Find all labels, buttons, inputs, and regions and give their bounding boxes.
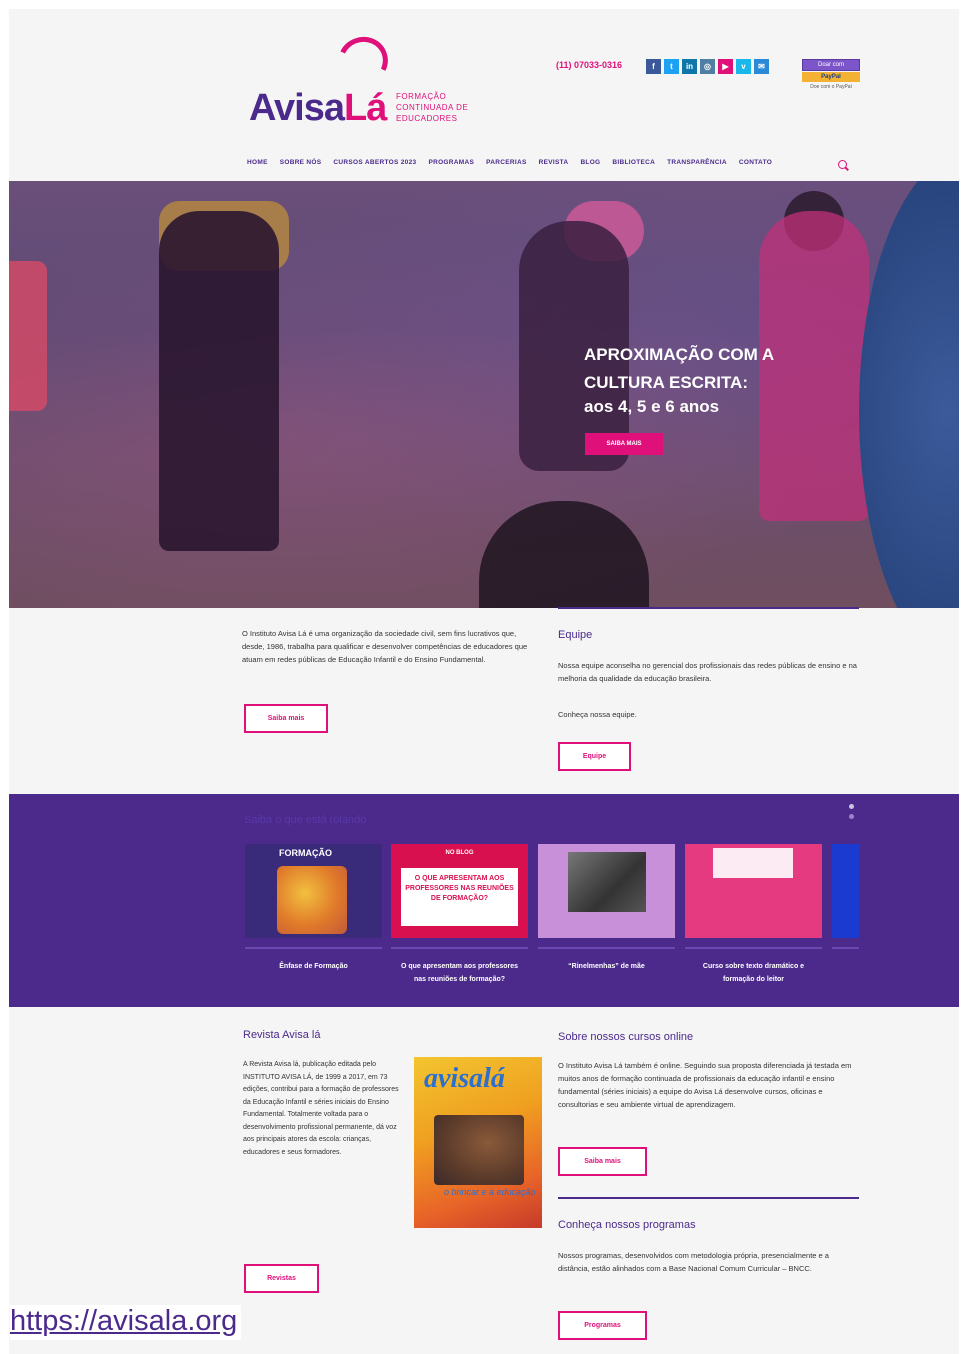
programas-button[interactable]: Programas — [558, 1311, 647, 1340]
social-links: f t in ◎ ▶ v ✉ — [646, 59, 769, 74]
hero-photo-figure — [759, 211, 869, 521]
news-card-image: NO BLOG O QUE APRESENTAM AOS PROFESSORES … — [391, 844, 528, 938]
news-card-title[interactable]: Curs — [832, 960, 859, 973]
news-card-rule — [685, 947, 822, 949]
news-card[interactable]: NO BLOG O QUE APRESENTAM AOS PROFESSORES … — [391, 844, 528, 986]
news-card-image-label: FORMAÇÃO — [279, 848, 332, 858]
about-more-button[interactable]: Saiba mais — [244, 704, 328, 733]
logo-tagline: Formação Continuada de Educadores — [396, 92, 469, 123]
news-card-title[interactable]: Curso sobre texto dramático e formação d… — [685, 960, 822, 986]
about-text: O Instituto Avisa Lá é uma organização d… — [242, 629, 528, 664]
linkedin-icon[interactable]: in — [682, 59, 697, 74]
news-card-image — [538, 844, 675, 938]
nav-item-programas[interactable]: Programas — [428, 159, 474, 166]
news-card[interactable]: “Rinelmenhas” de mãe — [538, 844, 675, 973]
logo-wordmark: AvisaLá — [249, 87, 387, 129]
equipe-text: Nossa equipe aconselha no gerencial dos … — [558, 661, 857, 683]
band-heading: Saiba o que está rolando — [244, 814, 367, 826]
news-card-rule — [538, 947, 675, 949]
donate-note: Doe com o PayPal — [810, 84, 852, 90]
hero-photo-figure — [479, 501, 649, 608]
nav-item-contato[interactable]: Contato — [739, 159, 772, 166]
hero-photo-figure — [159, 211, 279, 551]
revista-text: A Revista Avisa lá, publicação editada p… — [243, 1061, 399, 1156]
main-nav: Home Sobre nós Cursos abertos 2023 Programa… — [247, 159, 772, 166]
youtube-icon[interactable]: ▶ — [718, 59, 733, 74]
news-card-title[interactable]: “Rinelmenhas” de mãe — [538, 960, 675, 973]
news-card-photo — [568, 852, 646, 912]
phone-number[interactable]: (11) 07033-0316 — [556, 60, 622, 70]
news-card[interactable]: FORMAÇÃO Ênfase de Formação — [245, 844, 382, 973]
news-card-image-top: NO BLOG — [445, 850, 474, 856]
nav-item-cursos-abertos-2023[interactable]: Cursos abertos 2023 — [333, 159, 416, 166]
news-card-image — [832, 844, 859, 938]
hero-ink-decoration — [859, 181, 959, 608]
news-card-rule — [832, 947, 859, 949]
news-card-image: FORMAÇÃO — [245, 844, 382, 938]
programas-text: Nossos programas, desenvolvidos com meto… — [558, 1251, 829, 1273]
site-url[interactable]: https://avisala.org — [10, 1305, 242, 1340]
magazine-tag: o brincar e a educação — [444, 1187, 536, 1197]
site-logo[interactable]: AvisaLá Formação Continuada de Educadore… — [246, 29, 486, 137]
cursos-title: Sobre nossos cursos online — [558, 1031, 694, 1043]
magazine-title: avisalá — [424, 1063, 505, 1094]
news-card[interactable]: Curso sobre texto dramático e formação d… — [685, 844, 822, 986]
instagram-icon[interactable]: ◎ — [700, 59, 715, 74]
news-card-image — [685, 844, 822, 938]
equipe-link[interactable]: Conheça nossa equipe. — [558, 710, 637, 719]
news-card-rule — [391, 947, 528, 949]
logo-swirl-icon — [331, 29, 395, 93]
paypal-logo: PayPal — [802, 72, 860, 82]
news-card-image-label: O QUE APRESENTAM AOS PROFESSORES NAS REU… — [401, 868, 518, 926]
equipe-title: Equipe — [558, 629, 593, 641]
magazine-photo — [434, 1115, 524, 1185]
cursos-text: O Instituto Avisa Lá também é online. Se… — [558, 1061, 852, 1109]
email-icon[interactable]: ✉ — [754, 59, 769, 74]
revista-title: Revista Avisa lá — [243, 1029, 321, 1041]
webpage-screenshot: AvisaLá Formação Continuada de Educadore… — [9, 9, 959, 1354]
revistas-button[interactable]: Revistas — [244, 1264, 319, 1293]
twitter-icon[interactable]: t — [664, 59, 679, 74]
hero-subtitle: aos 4, 5 e 6 anos — [584, 397, 720, 416]
news-card-title[interactable]: Ênfase de Formação — [245, 960, 382, 973]
magazine-cover[interactable]: avisalá o brincar e a educação — [414, 1057, 542, 1228]
nav-item-parcerias[interactable]: Parcerias — [486, 159, 527, 166]
nav-item-transpar-ncia[interactable]: Transparência — [667, 159, 727, 166]
carousel-dot[interactable] — [849, 814, 854, 819]
hero-title: Aproximação com a cultura escrita: — [584, 345, 775, 392]
programas-title: Conheça nossos programas — [558, 1219, 696, 1231]
facebook-icon[interactable]: f — [646, 59, 661, 74]
hero-cta-button[interactable]: Saiba mais — [585, 433, 663, 455]
news-card-panel — [713, 848, 793, 878]
hero-photo-sign — [9, 261, 47, 411]
nav-item-blog[interactable]: Blog — [580, 159, 600, 166]
hero-banner: Aproximação com a cultura escrita: aos 4… — [9, 181, 959, 608]
section-rule — [558, 1197, 859, 1199]
nav-item-sobre-n-s[interactable]: Sobre nós — [280, 159, 322, 166]
donate-widget[interactable]: Doar com PayPal Doe com o PayPal — [802, 59, 860, 90]
news-carousel: FORMAÇÃO Ênfase de Formação NO BLOG O QUE A… — [245, 844, 859, 994]
donate-button[interactable]: Doar com — [802, 59, 860, 71]
vimeo-icon[interactable]: v — [736, 59, 751, 74]
nav-item-biblioteca[interactable]: Biblioteca — [612, 159, 655, 166]
section-rule — [558, 607, 859, 609]
equipe-button[interactable]: Equipe — [558, 742, 631, 771]
carousel-dots — [849, 804, 854, 819]
nav-item-home[interactable]: Home — [247, 159, 268, 166]
news-card-art — [277, 866, 347, 934]
cursos-more-button[interactable]: Saiba mais — [558, 1147, 647, 1176]
carousel-dot[interactable] — [849, 804, 854, 809]
news-card-title[interactable]: O que apresentam aos professores nas reu… — [391, 960, 528, 986]
nav-item-revista[interactable]: Revista — [539, 159, 569, 166]
news-card[interactable]: Curs — [832, 844, 859, 973]
news-band: Saiba o que está rolando FORMAÇÃO Ênfase … — [9, 794, 959, 1007]
news-card-rule — [245, 947, 382, 949]
search-icon[interactable] — [838, 160, 847, 169]
